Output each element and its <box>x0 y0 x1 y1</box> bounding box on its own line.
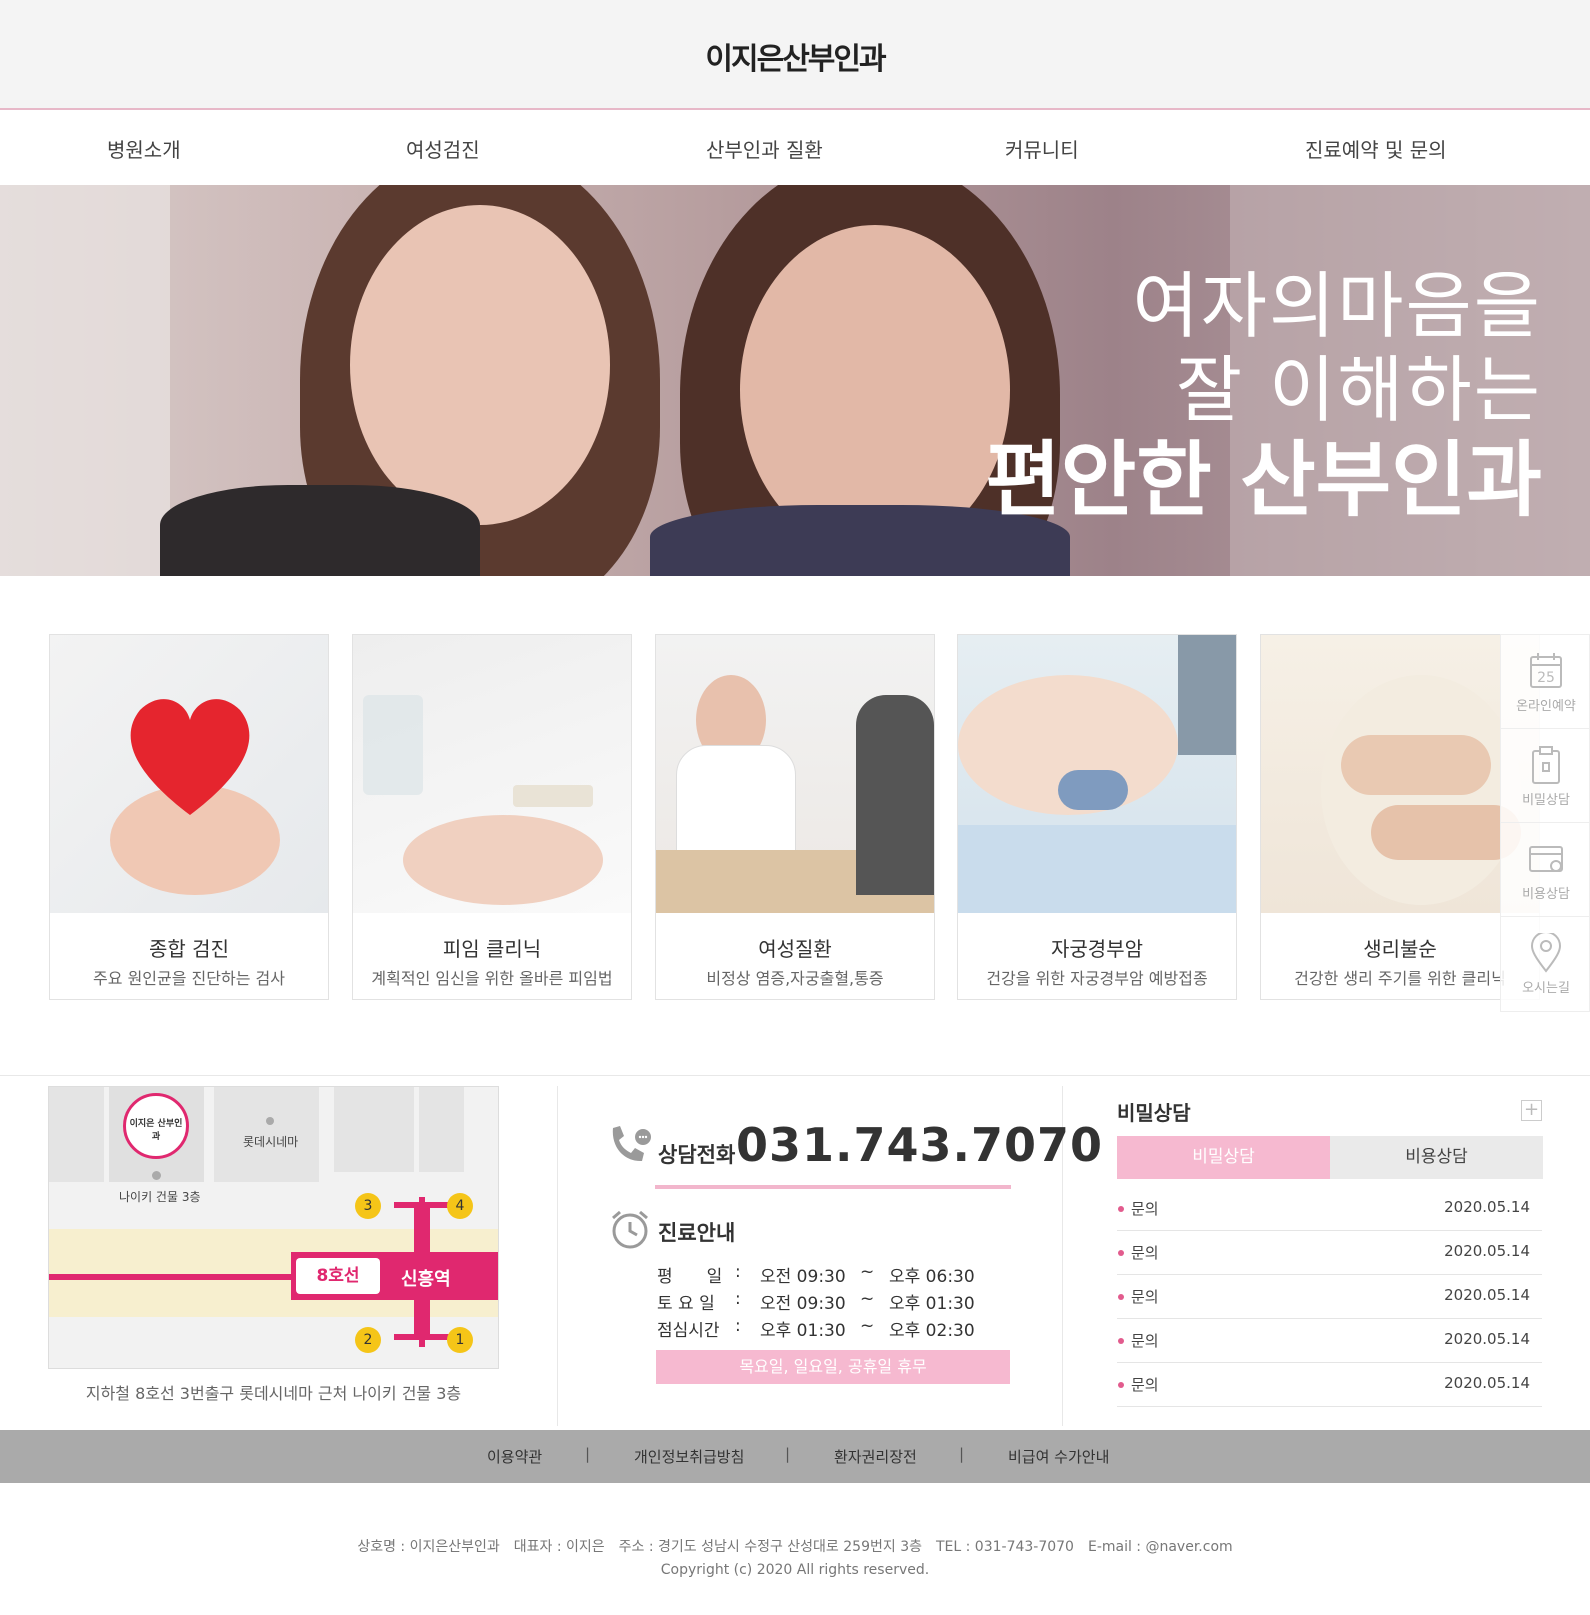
map-clinic-marker: 이지은 산부인과 <box>123 1093 189 1159</box>
doctor-image <box>656 635 934 913</box>
footer-company-info: 상호명 : 이지은산부인과 대표자 : 이지은 주소 : 경기도 성남시 수정구… <box>357 1539 1233 1555</box>
list-item-date: 2020.05.14 <box>1444 1330 1530 1348</box>
list-item[interactable]: 문의 2020.05.14 <box>1117 1363 1542 1407</box>
footer-separator: | <box>585 1445 591 1463</box>
list-item[interactable]: 문의 2020.05.14 <box>1117 1231 1542 1275</box>
clipboard-icon <box>1532 746 1560 784</box>
list-item-date: 2020.05.14 <box>1444 1286 1530 1304</box>
closed-days-banner: 목요일, 일요일, 공휴일 휴무 <box>656 1350 1010 1384</box>
pill-image <box>353 635 631 913</box>
footer-link-noncovered-fees[interactable]: 비급여 수가안내 <box>1008 1446 1109 1467</box>
ultrasound-image <box>958 635 1236 913</box>
list-item[interactable]: 문의 2020.05.14 <box>1117 1319 1542 1363</box>
phone-number[interactable]: 031.743.7070 <box>736 1118 1103 1172</box>
hero-banner: 여자의마음을 잘 이해하는 편안한 산부인과 <box>0 185 1590 576</box>
hours-title: 진료안내 <box>658 1221 736 1245</box>
footer-link-patient-rights[interactable]: 환자권리장전 <box>834 1446 917 1467</box>
quick-cost-counsel[interactable]: 비용상담 <box>1501 823 1590 917</box>
card-title: 피임 클리닉 <box>442 937 542 961</box>
map-caption: 지하철 8호선 3번출구 롯데시네마 근처 나이키 건물 3층 <box>85 1384 462 1403</box>
card-desc: 건강을 위한 자궁경부암 예방접종 <box>986 969 1208 988</box>
location-map[interactable]: 이지은 산부인과 나이키 건물 3층 롯데시네마 8호선 신흥역 3 4 2 1 <box>48 1086 499 1369</box>
calendar-icon: 25 <box>1530 653 1562 688</box>
nav-item-community[interactable]: 커뮤니티 <box>1005 134 1079 163</box>
svg-text:25: 25 <box>1537 670 1555 686</box>
card-women-disease[interactable]: 여성질환 비정상 염증,자궁출혈,통증 <box>655 634 935 1000</box>
footer-separator: | <box>959 1445 965 1463</box>
quick-directions[interactable]: 오시는길 <box>1501 917 1590 1011</box>
card-title: 자궁경부암 <box>1051 937 1143 961</box>
quick-label: 오시는길 <box>1522 981 1570 996</box>
card-desc: 계획적인 임신을 위한 올바른 피임법 <box>371 969 613 988</box>
list-item[interactable]: 문의 2020.05.14 <box>1117 1275 1542 1319</box>
nav-item-diseases[interactable]: 산부인과 질환 <box>706 134 823 163</box>
section-divider <box>0 1075 1590 1076</box>
card-title: 종합 검진 <box>149 937 229 961</box>
quick-menu: 25 온라인예약 비밀상담 비용상담 오시는길 <box>1500 634 1590 1012</box>
list-item[interactable]: 문의 2020.05.14 <box>1117 1187 1542 1231</box>
more-plus-icon[interactable]: + <box>1521 1100 1542 1121</box>
hero-line-3: 편안한 산부인과 <box>985 433 1542 528</box>
exit-4-badge: 4 <box>447 1193 473 1219</box>
map-line-label: 8호선 <box>296 1258 380 1294</box>
list-item-date: 2020.05.14 <box>1444 1198 1530 1216</box>
footer-links-bar: 이용약관 | 개인정보취급방침 | 환자권리장전 | 비급여 수가안내 <box>0 1430 1590 1483</box>
map-pin-icon <box>1530 933 1562 973</box>
list-item-title: 문의 <box>1131 1376 1159 1394</box>
map-station-label: 신흥역 <box>401 1269 451 1290</box>
card-contraception[interactable]: 피임 클리닉 계획적인 임신을 위한 올바른 피임법 <box>352 634 632 1000</box>
bullet-dot <box>1118 1338 1124 1344</box>
exit-3-badge: 3 <box>355 1193 381 1219</box>
footer-copyright: Copyright (c) 2020 All rights reserved. <box>660 1562 930 1578</box>
map-cinema-label: 롯데시네마 <box>243 1135 299 1149</box>
footer-link-privacy[interactable]: 개인정보취급방침 <box>634 1446 744 1467</box>
list-item-title: 문의 <box>1131 1200 1159 1218</box>
card-desc: 주요 원인균을 진단하는 검사 <box>93 969 285 988</box>
exit-2-badge: 2 <box>355 1327 381 1353</box>
footer-link-terms[interactable]: 이용약관 <box>487 1446 542 1467</box>
phone-label: 상담전화 <box>658 1143 736 1167</box>
column-divider <box>557 1086 558 1426</box>
main-nav: 병원소개 여성검진 산부인과 질환 커뮤니티 진료예약 및 문의 <box>0 112 1590 185</box>
card-title: 생리불순 <box>1363 937 1437 961</box>
quick-online-reservation[interactable]: 25 온라인예약 <box>1501 635 1590 729</box>
card-general-checkup[interactable]: 종합 검진 주요 원인균을 진단하는 검사 <box>49 634 329 1000</box>
tab-cost-counsel[interactable]: 비용상담 <box>1330 1136 1543 1179</box>
quick-label: 비용상담 <box>1522 887 1570 902</box>
exit-1-badge: 1 <box>447 1327 473 1353</box>
card-cervical-cancer[interactable]: 자궁경부암 건강을 위한 자궁경부암 예방접종 <box>957 634 1237 1000</box>
heart-image <box>50 635 328 913</box>
card-desc: 건강한 생리 주기를 위한 클리닉 <box>1294 969 1506 988</box>
nav-item-reservation[interactable]: 진료예약 및 문의 <box>1305 134 1447 163</box>
phone-icon <box>612 1126 651 1162</box>
bullet-dot <box>1118 1250 1124 1256</box>
card-desc: 비정상 염증,자궁출혈,통증 <box>706 969 884 988</box>
card-irregular-period[interactable]: 생리불순 건강한 생리 주기를 위한 클리닉 <box>1260 634 1540 1000</box>
clock-icon <box>612 1210 648 1249</box>
nav-item-women-checkup[interactable]: 여성검진 <box>406 134 480 163</box>
tab-secret-counsel[interactable]: 비밀상담 <box>1117 1136 1330 1179</box>
list-item-date: 2020.05.14 <box>1444 1242 1530 1260</box>
footer-separator: | <box>785 1445 791 1463</box>
bullet-dot <box>1118 1382 1124 1388</box>
counsel-title: 비밀상담 <box>1117 1101 1191 1125</box>
abdomen-image <box>1261 635 1539 913</box>
bullet-dot <box>1118 1294 1124 1300</box>
site-logo[interactable]: 이지은산부인과 <box>0 34 1590 78</box>
card-icon <box>1529 846 1563 872</box>
bullet-dot <box>1118 1206 1124 1212</box>
list-item-title: 문의 <box>1131 1288 1159 1306</box>
map-building-label: 나이키 건물 3층 <box>119 1190 201 1204</box>
card-title: 여성질환 <box>758 937 832 961</box>
list-item-date: 2020.05.14 <box>1444 1374 1530 1392</box>
list-item-title: 문의 <box>1131 1332 1159 1350</box>
phone-underline <box>655 1185 1011 1189</box>
quick-label: 비밀상담 <box>1522 793 1570 808</box>
list-item-title: 문의 <box>1131 1244 1159 1262</box>
quick-label: 온라인예약 <box>1516 699 1576 714</box>
quick-secret-counsel[interactable]: 비밀상담 <box>1501 729 1590 823</box>
nav-item-hospital-intro[interactable]: 병원소개 <box>107 134 181 163</box>
